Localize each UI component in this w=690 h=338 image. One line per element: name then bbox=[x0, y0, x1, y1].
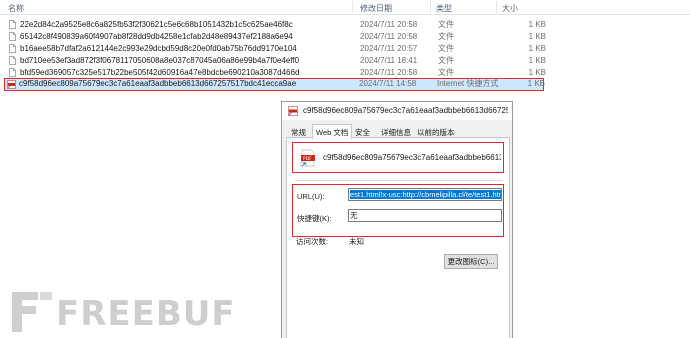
file-size: 1 KB bbox=[528, 56, 546, 65]
shortcut-fields: URL(U): est1.html!x-usc:http://cbmelipil… bbox=[292, 184, 504, 237]
watermark: FREEBUF bbox=[0, 286, 235, 338]
file-icon bbox=[9, 56, 16, 65]
column-header: 名称 修改日期 类型 大小 bbox=[0, 0, 690, 15]
file-icon bbox=[9, 68, 16, 77]
column-size[interactable]: 大小 bbox=[502, 3, 518, 14]
pdf-shortcut-icon: PDF bbox=[300, 149, 315, 167]
svg-text:PDF: PDF bbox=[303, 156, 312, 162]
file-row[interactable]: bd710ee53ef3ad872f3f0678117050608a8e037c… bbox=[6, 55, 546, 66]
file-type: 文件 bbox=[438, 32, 454, 41]
file-date: 2024/7/11 14:58 bbox=[359, 79, 417, 88]
url-label: URL(U): bbox=[297, 192, 325, 201]
file-icon bbox=[9, 20, 16, 29]
column-name[interactable]: 名称 bbox=[8, 3, 24, 14]
file-row[interactable]: b16aee58b7dfaf2a612144e2c993e29dcbd59d8c… bbox=[6, 43, 546, 54]
change-icon-button[interactable]: 更改图标(C)... bbox=[444, 254, 498, 269]
file-name: bd710ee53ef3ad872f3f0678117050608a8e037c… bbox=[20, 56, 300, 65]
file-type: 文件 bbox=[438, 68, 454, 77]
freebuf-logo-icon bbox=[12, 292, 52, 332]
file-icon bbox=[9, 44, 16, 53]
file-row[interactable]: 22e2d84c2a9525e8c6a825fb53f2f30621c5e6c6… bbox=[6, 19, 546, 30]
shortcut-header: PDF c9f58d96ec809a75679ec3c7a61eaaf3adbb… bbox=[292, 142, 504, 173]
hotkey-label: 快捷键(K): bbox=[297, 214, 332, 223]
web-document-panel: PDF c9f58d96ec809a75679ec3c7a61eaaf3adbb… bbox=[286, 137, 510, 338]
tab-web-document[interactable]: Web 文档 bbox=[312, 124, 353, 139]
file-name: b16aee58b7dfaf2a612144e2c993e29dcbd59d8c… bbox=[20, 44, 297, 53]
pdf-shortcut-icon bbox=[288, 106, 298, 116]
divider bbox=[295, 180, 503, 181]
url-field[interactable]: est1.html!x-usc:http://cbmelipilla.cl/te… bbox=[348, 188, 502, 201]
file-size: 1 KB bbox=[528, 20, 546, 29]
file-date: 2024/7/11 18:41 bbox=[360, 56, 418, 65]
file-name: 65142c8f490839a60f4907ab8f28dd9db4258e1c… bbox=[20, 32, 293, 41]
file-date: 2024/7/11 20:58 bbox=[360, 68, 418, 77]
file-name: bfd59ed369057c325e517b22be505f42d60916a4… bbox=[20, 68, 300, 77]
dialog-title-bar[interactable]: c9f58d96ec809a75679ec3c7a61eaaf3adbbeb66… bbox=[282, 102, 512, 120]
pdf-shortcut-icon bbox=[7, 80, 16, 89]
column-type[interactable]: 类型 bbox=[436, 3, 452, 14]
file-size: 1 KB bbox=[528, 32, 546, 41]
file-type: 文件 bbox=[438, 44, 454, 53]
file-name: c9f58d96ec809a75679ec3c7a61eaaf3adbbeb66… bbox=[19, 79, 297, 88]
file-date: 2024/7/11 20:58 bbox=[360, 32, 418, 41]
file-type: Internet 快捷方式 bbox=[437, 79, 499, 88]
column-date[interactable]: 修改日期 bbox=[360, 3, 392, 14]
file-icon bbox=[9, 32, 16, 41]
visits-value: 未知 bbox=[349, 237, 364, 246]
file-size: 1 KB bbox=[527, 79, 545, 88]
visits-label: 访问次数: bbox=[296, 237, 329, 246]
file-type: 文件 bbox=[438, 56, 454, 65]
file-date: 2024/7/11 20:58 bbox=[360, 20, 418, 29]
file-type: 文件 bbox=[438, 20, 454, 29]
watermark-text: FREEBUF bbox=[56, 294, 236, 334]
file-date: 2024/7/11 20:57 bbox=[360, 44, 418, 53]
dialog-title: c9f58d96ec809a75679ec3c7a61eaaf3adbbeb66… bbox=[303, 106, 508, 115]
hotkey-field[interactable]: 无 bbox=[348, 209, 502, 222]
file-row-selected[interactable]: c9f58d96ec809a75679ec3c7a61eaaf3adbbeb66… bbox=[4, 78, 545, 91]
shortcut-name: c9f58d96ec809a75679ec3c7a61eaaf3adbbeb66… bbox=[323, 153, 501, 162]
hotkey-value: 无 bbox=[350, 211, 358, 220]
tab-bar: 常规 Web 文档 安全 详细信息 以前的版本 bbox=[286, 124, 510, 139]
file-size: 1 KB bbox=[528, 68, 546, 77]
properties-dialog: c9f58d96ec809a75679ec3c7a61eaaf3adbbeb66… bbox=[281, 101, 513, 338]
file-size: 1 KB bbox=[528, 44, 546, 53]
file-name: 22e2d84c2a9525e8c6a825fb53f2f30621c5e6c6… bbox=[20, 20, 293, 29]
url-value: est1.html!x-usc:http://cbmelipilla.cl/te… bbox=[350, 190, 501, 199]
file-row[interactable]: bfd59ed369057c325e517b22be505f42d60916a4… bbox=[6, 67, 546, 78]
file-row[interactable]: 65142c8f490839a60f4907ab8f28dd9db4258e1c… bbox=[6, 31, 546, 42]
